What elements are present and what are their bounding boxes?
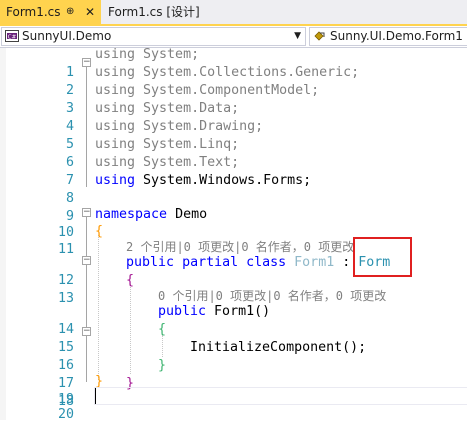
line-number: 20: [57, 407, 74, 422]
class-name: Form1: [294, 255, 335, 270]
svg-text:C#: C#: [8, 34, 17, 40]
code-line: 8 using System.Windows.Forms;: [0, 172, 467, 206]
keyword: using: [95, 173, 136, 188]
keyword: using: [95, 83, 136, 98]
tab-form1-designer[interactable]: Form1.cs [设计]: [101, 0, 231, 24]
namespace-text: System.Text;: [135, 155, 240, 170]
namespace-text: System.Linq;: [135, 137, 240, 152]
code-line: 1 using System;: [0, 46, 467, 80]
current-line-highlight: [94, 387, 467, 405]
keyword: namespace: [95, 207, 168, 222]
namespace-text: System.ComponentModel;: [135, 83, 320, 98]
method-call: InitializeComponent();: [190, 340, 367, 355]
keyword: partial: [182, 255, 239, 270]
keyword: public: [126, 255, 175, 270]
keyword: using: [95, 65, 136, 80]
tab-label: Form1.cs: [6, 5, 61, 19]
document-tab-strip: Form1.cs ⊕ ✕ Form1.cs [设计]: [0, 0, 467, 26]
highlight-annotation-box: [353, 237, 412, 277]
tab-label: Form1.cs [设计]: [108, 5, 200, 19]
keyword: class: [246, 255, 287, 270]
keyword: public: [158, 304, 207, 319]
keyword: using: [95, 101, 136, 116]
namespace-name: Demo: [167, 207, 208, 222]
open-brace: {: [126, 273, 135, 288]
project-name: SunnyUI.Demo: [22, 29, 112, 43]
ctor-name: Form1(): [206, 304, 271, 319]
code-line: 6 using System.Linq;: [0, 136, 467, 170]
navigation-bar: C# SunnyUI.Demo ▼ Sunny.UI.Demo.Form1: [0, 26, 467, 48]
class-dropdown[interactable]: Sunny.UI.Demo.Form1: [309, 27, 467, 46]
code-line: 14 public Form1(): [0, 303, 467, 337]
namespace-text: System;: [135, 47, 200, 62]
keyword: using: [95, 47, 136, 62]
close-icon[interactable]: ✕: [85, 0, 95, 24]
code-line: 5 using System.Drawing;: [0, 118, 467, 152]
close-brace: }: [158, 358, 167, 373]
pin-icon[interactable]: ⊕: [66, 0, 74, 24]
class-icon: [314, 31, 325, 41]
namespace-text: System.Collections.Generic;: [135, 65, 360, 80]
code-line: 4 using System.Data;: [0, 100, 467, 134]
namespace-text: System.Windows.Forms;: [135, 173, 312, 188]
namespace-text: System.Drawing;: [135, 119, 264, 134]
keyword: using: [95, 137, 136, 152]
namespace-text: System.Data;: [135, 101, 240, 116]
open-brace: {: [158, 322, 167, 337]
code-line: 10 namespace Demo: [0, 206, 467, 240]
open-brace: {: [95, 224, 104, 239]
code-line: 16 InitializeComponent();: [0, 339, 467, 373]
code-editor[interactable]: − − − − 1 using System; 2 using System.C…: [0, 46, 467, 422]
class-name: Sunny.UI.Demo.Form1: [330, 29, 463, 43]
text-caret: [95, 388, 96, 404]
code-line: 3 using System.ComponentModel;: [0, 82, 467, 116]
keyword: using: [95, 155, 136, 170]
code-line: 2 using System.Collections.Generic;: [0, 64, 467, 98]
project-dropdown[interactable]: C# SunnyUI.Demo ▼: [1, 27, 306, 46]
chevron-down-icon[interactable]: ▼: [294, 28, 301, 45]
code-line: 15 {: [0, 321, 467, 355]
tab-form1-cs[interactable]: Form1.cs ⊕ ✕: [0, 0, 101, 24]
code-line: 7 using System.Text;: [0, 154, 467, 188]
csharp-project-icon: C#: [5, 30, 19, 42]
keyword: using: [95, 119, 136, 134]
